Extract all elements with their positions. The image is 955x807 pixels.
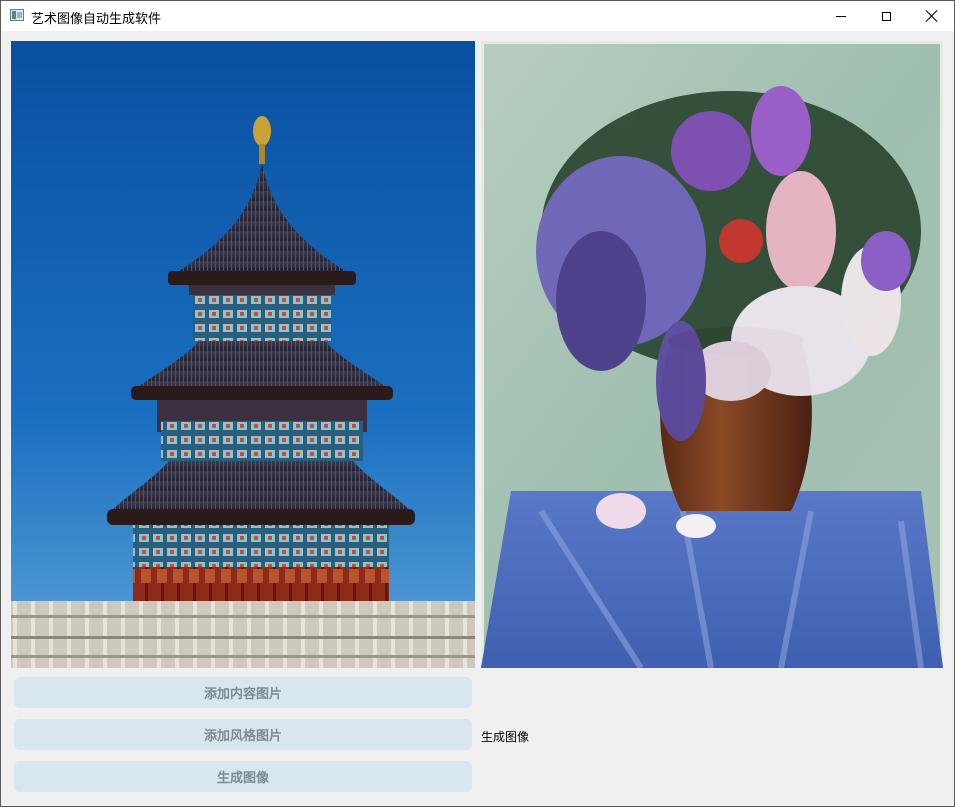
add-style-image-button[interactable]: 添加风格图片 xyxy=(14,719,472,750)
content-image xyxy=(11,41,475,668)
generate-image-button[interactable]: 生成图像 xyxy=(14,761,472,792)
add-content-image-button[interactable]: 添加内容图片 xyxy=(14,677,472,708)
app-icon xyxy=(10,9,24,21)
maximize-icon xyxy=(881,11,891,21)
result-label: 生成图像 xyxy=(481,730,530,744)
close-button[interactable] xyxy=(909,1,955,31)
window-title: 艺术图像自动生成软件 xyxy=(31,12,162,27)
minimize-button[interactable] xyxy=(818,1,864,31)
title-bar: 艺术图像自动生成软件 xyxy=(1,1,954,31)
style-image xyxy=(481,41,943,668)
close-icon xyxy=(926,10,938,22)
minimize-icon xyxy=(836,15,846,17)
flower-painting-illustration xyxy=(481,41,943,668)
temple-illustration xyxy=(11,41,475,668)
maximize-button[interactable] xyxy=(863,1,909,31)
